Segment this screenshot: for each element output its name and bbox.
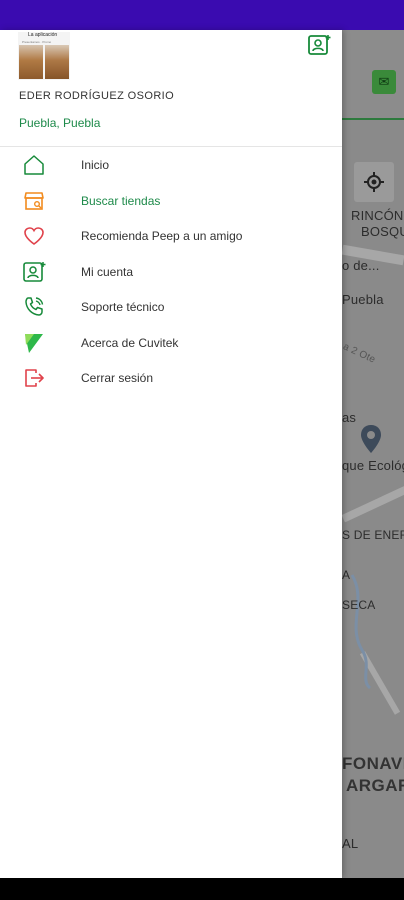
menu-item-buscar-tiendas[interactable]: Buscar tiendas <box>0 185 342 221</box>
photo-image-left <box>19 45 43 79</box>
profile-photo: La aplicación Presentamos · Promo <box>18 32 70 80</box>
map-label: que Ecológ <box>342 458 404 473</box>
my-location-button[interactable] <box>354 162 394 202</box>
menu-item-label: Cerrar sesión <box>81 371 154 385</box>
map-label: BOSQU <box>361 224 404 239</box>
menu-item-label: Mi cuenta <box>81 264 134 279</box>
menu-item-cerrar-sesion[interactable]: Cerrar sesión <box>0 362 342 398</box>
map-label: AL <box>342 836 359 851</box>
map-label: as <box>342 410 357 425</box>
map-label: FONAVIT <box>342 754 404 773</box>
photo-subtitle: Presentamos · Promo <box>22 40 52 44</box>
store-icon <box>24 191 44 210</box>
menu-item-mi-cuenta[interactable]: Mi cuenta <box>0 256 342 292</box>
map-label: o de... <box>342 258 380 273</box>
status-bar <box>0 0 404 30</box>
mail-icon[interactable]: ✉ <box>372 70 396 94</box>
map-label: S DE ENER <box>342 528 404 542</box>
map-label: Puebla <box>342 292 384 307</box>
map-river <box>350 574 372 690</box>
map-label: SECA <box>342 598 376 612</box>
menu-item-label: Inicio <box>81 158 110 172</box>
cuvitek-logo-icon <box>25 333 43 353</box>
photo-title: La aplicación <box>28 32 58 38</box>
heart-icon <box>24 227 44 245</box>
menu-item-soporte[interactable]: Soporte técnico <box>0 291 342 327</box>
map-label: a 2 Ote <box>341 341 377 366</box>
map-label: ARGAR <box>346 776 404 795</box>
user-name: EDER RODRÍGUEZ OSORIO <box>19 90 175 102</box>
menu-item-label: Buscar tiendas <box>81 193 161 208</box>
menu-item-inicio[interactable]: Inicio <box>0 149 342 185</box>
menu-item-label: Soporte técnico <box>81 300 165 314</box>
menu-item-recomienda[interactable]: Recomienda Peep a un amigo <box>0 220 342 256</box>
map-label: RINCÓN D <box>351 208 404 223</box>
map-label: A <box>342 568 351 582</box>
menu-item-label: Recomienda Peep a un amigo <box>81 229 243 243</box>
drawer-header: La aplicación Presentamos · Promo EDER R… <box>0 30 342 147</box>
navigation-drawer: La aplicación Presentamos · Promo EDER R… <box>0 30 342 878</box>
photo-image-right <box>45 45 69 79</box>
menu-item-acerca[interactable]: Acerca de Cuvitek <box>0 327 342 363</box>
system-navigation-bar <box>0 878 404 900</box>
home-icon <box>24 155 44 175</box>
map-road <box>341 485 404 523</box>
logout-icon <box>25 369 44 387</box>
menu-item-label: Acerca de Cuvitek <box>81 335 179 350</box>
user-location: Puebla, Puebla <box>19 116 101 130</box>
drawer-menu: Inicio Buscar tiendas Recomienda Peep a … <box>0 149 342 398</box>
map-pin-icon[interactable] <box>360 424 382 454</box>
phone-icon <box>25 297 44 316</box>
account-icon <box>23 261 46 282</box>
edit-profile-icon[interactable] <box>307 33 331 57</box>
crosshair-icon <box>364 172 384 192</box>
